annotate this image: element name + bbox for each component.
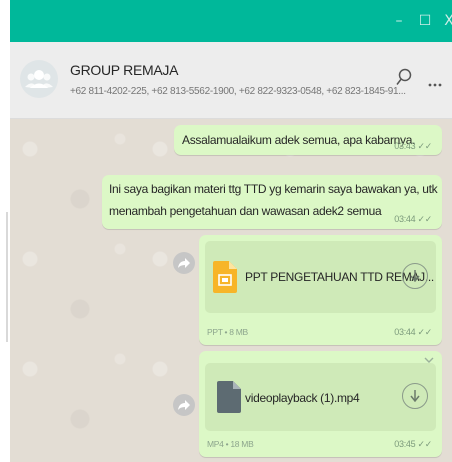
chat-participants[interactable]: +62 811-4202-225, +62 813-5562-1900, +62… — [70, 86, 406, 97]
download-button[interactable] — [402, 263, 428, 289]
message-time: 03:44 ✓✓ — [394, 327, 433, 337]
file-message-bubble[interactable]: PPT PENGETAHUAN TTD REMAJ... PPT • 8 MB … — [199, 235, 442, 345]
forward-icon[interactable] — [173, 252, 195, 274]
message-time: 03:43 ✓✓ — [394, 141, 433, 151]
message-bubble[interactable]: Assalamualaikum adek semua, apa kabarnya… — [174, 125, 442, 155]
delivered-ticks-icon: ✓✓ — [417, 214, 433, 224]
delivered-ticks-icon: ✓✓ — [417, 439, 433, 449]
ppt-file-icon — [213, 261, 237, 293]
download-icon — [410, 390, 420, 402]
download-icon — [410, 270, 420, 282]
delivered-ticks-icon: ✓✓ — [417, 141, 433, 151]
message-text: Assalamualaikum adek semua, apa kabarnya… — [182, 133, 416, 147]
search-icon[interactable] — [396, 68, 412, 91]
message-time: 03:44 ✓✓ — [394, 214, 433, 224]
file-attachment[interactable]: videoplayback (1).mp4 — [205, 363, 436, 431]
minimize-button[interactable]: – — [386, 0, 412, 42]
file-icon — [217, 381, 241, 413]
group-avatar[interactable] — [20, 60, 58, 98]
chat-messages-area[interactable]: Assalamualaikum adek semua, apa kabarnya… — [10, 119, 452, 462]
delivered-ticks-icon: ✓✓ — [417, 327, 433, 337]
window-title-bar: – ☐ X — [10, 0, 452, 42]
file-message-bubble[interactable]: videoplayback (1).mp4 MP4 • 18 MB 03:45 … — [199, 351, 442, 457]
group-icon — [25, 70, 53, 88]
file-attachment[interactable]: PPT PENGETAHUAN TTD REMAJ... — [205, 241, 436, 313]
message-time: 03:45 ✓✓ — [394, 439, 433, 449]
message-text-line: menambah pengetahuan dan wawasan adek2 s… — [109, 204, 382, 218]
message-text-line: Ini saya bagikan materi ttg TTD yg kemar… — [109, 182, 438, 196]
download-button[interactable] — [402, 383, 428, 409]
chat-title[interactable]: GROUP REMAJA — [70, 62, 178, 78]
more-options-icon[interactable] — [428, 74, 442, 92]
file-name: videoplayback (1).mp4 — [245, 391, 360, 405]
divider — [6, 212, 8, 342]
file-meta: MP4 • 18 MB — [207, 439, 254, 449]
close-button[interactable]: X — [436, 0, 452, 42]
forward-icon[interactable] — [173, 394, 195, 416]
chat-header[interactable]: GROUP REMAJA +62 811-4202-225, +62 813-5… — [10, 42, 452, 119]
window-edge — [0, 42, 10, 462]
file-meta: PPT • 8 MB — [207, 327, 248, 337]
maximize-button[interactable]: ☐ — [412, 0, 438, 42]
message-bubble[interactable]: Ini saya bagikan materi ttg TTD yg kemar… — [102, 175, 442, 229]
